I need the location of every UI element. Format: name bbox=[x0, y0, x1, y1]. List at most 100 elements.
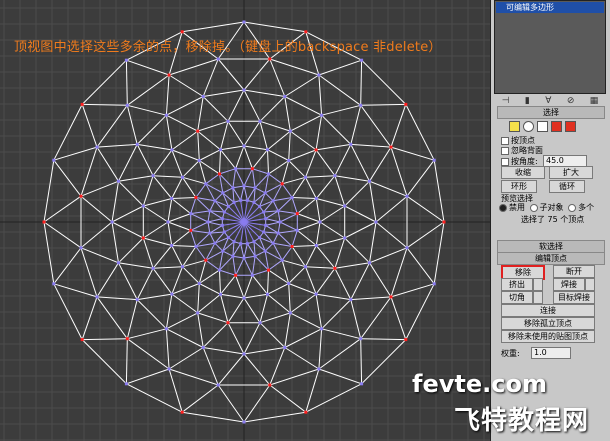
selected-vertex[interactable] bbox=[125, 337, 129, 341]
vertex[interactable] bbox=[181, 175, 184, 179]
vertex[interactable] bbox=[349, 142, 353, 146]
vertex[interactable] bbox=[258, 236, 262, 240]
vertex[interactable] bbox=[359, 337, 363, 341]
selected-vertex[interactable] bbox=[404, 338, 408, 342]
vertex[interactable] bbox=[201, 95, 205, 98]
vertex[interactable] bbox=[405, 194, 409, 198]
preview-off-radio[interactable] bbox=[499, 203, 507, 212]
vertex[interactable] bbox=[252, 200, 256, 204]
element-mode-icon[interactable] bbox=[565, 121, 576, 132]
selected-vertex[interactable] bbox=[404, 102, 408, 106]
selected-vertex[interactable] bbox=[167, 73, 171, 77]
vertex[interactable] bbox=[283, 346, 287, 349]
vertex[interactable] bbox=[276, 209, 280, 213]
vertex[interactable] bbox=[276, 231, 280, 235]
vertex[interactable] bbox=[52, 158, 56, 162]
vertex-mode-icon[interactable] bbox=[509, 121, 520, 132]
vertex[interactable] bbox=[287, 282, 291, 285]
ring-button[interactable]: 环形 bbox=[501, 180, 537, 193]
selected-vertex[interactable] bbox=[389, 145, 393, 149]
vertex[interactable] bbox=[95, 295, 99, 299]
vertex[interactable] bbox=[304, 265, 307, 269]
vertex[interactable] bbox=[226, 236, 230, 240]
vertex[interactable] bbox=[206, 220, 210, 224]
vertex[interactable] bbox=[170, 148, 174, 152]
vertex[interactable] bbox=[135, 142, 139, 146]
vertex[interactable] bbox=[208, 209, 212, 213]
vertex[interactable] bbox=[295, 228, 299, 232]
vertex[interactable] bbox=[124, 58, 128, 62]
vertex[interactable] bbox=[220, 217, 224, 221]
vertex[interactable] bbox=[196, 311, 200, 315]
selected-vertex[interactable] bbox=[226, 321, 230, 325]
weight-spinner[interactable]: 1.0 bbox=[531, 347, 571, 359]
vertex[interactable] bbox=[222, 210, 226, 214]
vertex[interactable] bbox=[239, 242, 243, 246]
vertex[interactable] bbox=[117, 261, 120, 265]
vertex[interactable] bbox=[283, 95, 287, 98]
vertex[interactable] bbox=[164, 327, 168, 331]
selected-vertex[interactable] bbox=[268, 383, 272, 387]
weld-button[interactable]: 焊接 bbox=[553, 278, 585, 291]
selected-vertex[interactable] bbox=[333, 266, 337, 270]
vertex[interactable] bbox=[258, 119, 262, 123]
vertex[interactable] bbox=[170, 292, 174, 296]
vertex[interactable] bbox=[374, 220, 378, 224]
vertex[interactable] bbox=[271, 241, 275, 245]
vertex[interactable] bbox=[231, 254, 235, 258]
selected-vertex[interactable] bbox=[295, 212, 299, 216]
vertex[interactable] bbox=[242, 184, 246, 188]
vertex[interactable] bbox=[252, 240, 256, 244]
vertex[interactable] bbox=[117, 179, 120, 183]
vertex[interactable] bbox=[242, 144, 246, 148]
vertex[interactable] bbox=[79, 246, 83, 250]
vertex[interactable] bbox=[52, 282, 56, 286]
vertex[interactable] bbox=[267, 172, 270, 176]
vertex[interactable] bbox=[151, 174, 155, 178]
vertex[interactable] bbox=[226, 119, 230, 123]
vertex[interactable] bbox=[278, 220, 282, 224]
polygon-mode-icon[interactable] bbox=[551, 121, 562, 132]
vertex[interactable] bbox=[226, 204, 230, 208]
vertex[interactable] bbox=[343, 236, 347, 240]
vertex[interactable] bbox=[258, 321, 262, 325]
chamfer-button[interactable]: 切角 bbox=[501, 291, 533, 304]
edit-vertices-rollout-header[interactable]: 编辑顶点 bbox=[497, 252, 605, 265]
vertex[interactable] bbox=[360, 58, 364, 62]
vertex[interactable] bbox=[258, 204, 262, 208]
vertex[interactable] bbox=[242, 88, 246, 92]
vertex[interactable] bbox=[266, 292, 269, 296]
shrink-button[interactable]: 收缩 bbox=[501, 166, 545, 179]
weld-settings-button[interactable] bbox=[585, 278, 595, 291]
vertex[interactable] bbox=[280, 258, 284, 262]
vertex[interactable] bbox=[290, 196, 294, 199]
preview-multi-radio[interactable] bbox=[568, 203, 577, 212]
connect-button[interactable]: 连接 bbox=[501, 304, 595, 317]
vertex[interactable] bbox=[167, 367, 171, 371]
target-weld-button[interactable]: 目标焊接 bbox=[553, 291, 595, 304]
vertex[interactable] bbox=[264, 223, 268, 227]
modifier-stack[interactable]: 可编辑多边形 bbox=[494, 0, 606, 94]
edge-mode-icon[interactable] bbox=[523, 121, 534, 132]
vertex[interactable] bbox=[320, 327, 324, 331]
vertex[interactable] bbox=[314, 197, 318, 200]
vertex[interactable] bbox=[317, 367, 321, 371]
chamfer-settings-button[interactable] bbox=[533, 291, 543, 304]
vertex[interactable] bbox=[213, 199, 217, 203]
vertex[interactable] bbox=[250, 273, 254, 277]
remove-unused-map-vertices-button[interactable]: 移除未使用的贴图顶点 bbox=[501, 330, 595, 343]
vertex[interactable] bbox=[262, 210, 266, 214]
vertex[interactable] bbox=[318, 220, 322, 224]
border-mode-icon[interactable] bbox=[537, 121, 548, 132]
vertex[interactable] bbox=[232, 240, 236, 244]
selected-vertex[interactable] bbox=[180, 30, 184, 34]
selection-rollout-header[interactable]: 选择 bbox=[497, 106, 605, 119]
selected-vertex[interactable] bbox=[194, 196, 198, 199]
vertex[interactable] bbox=[110, 220, 114, 224]
vertex[interactable] bbox=[242, 20, 246, 24]
vertex[interactable] bbox=[253, 254, 257, 258]
ignore-backface-checkbox[interactable]: 忽略背面 bbox=[501, 145, 543, 156]
vertex[interactable] bbox=[333, 174, 337, 178]
vertex[interactable] bbox=[288, 129, 292, 133]
vertex[interactable] bbox=[314, 244, 318, 247]
